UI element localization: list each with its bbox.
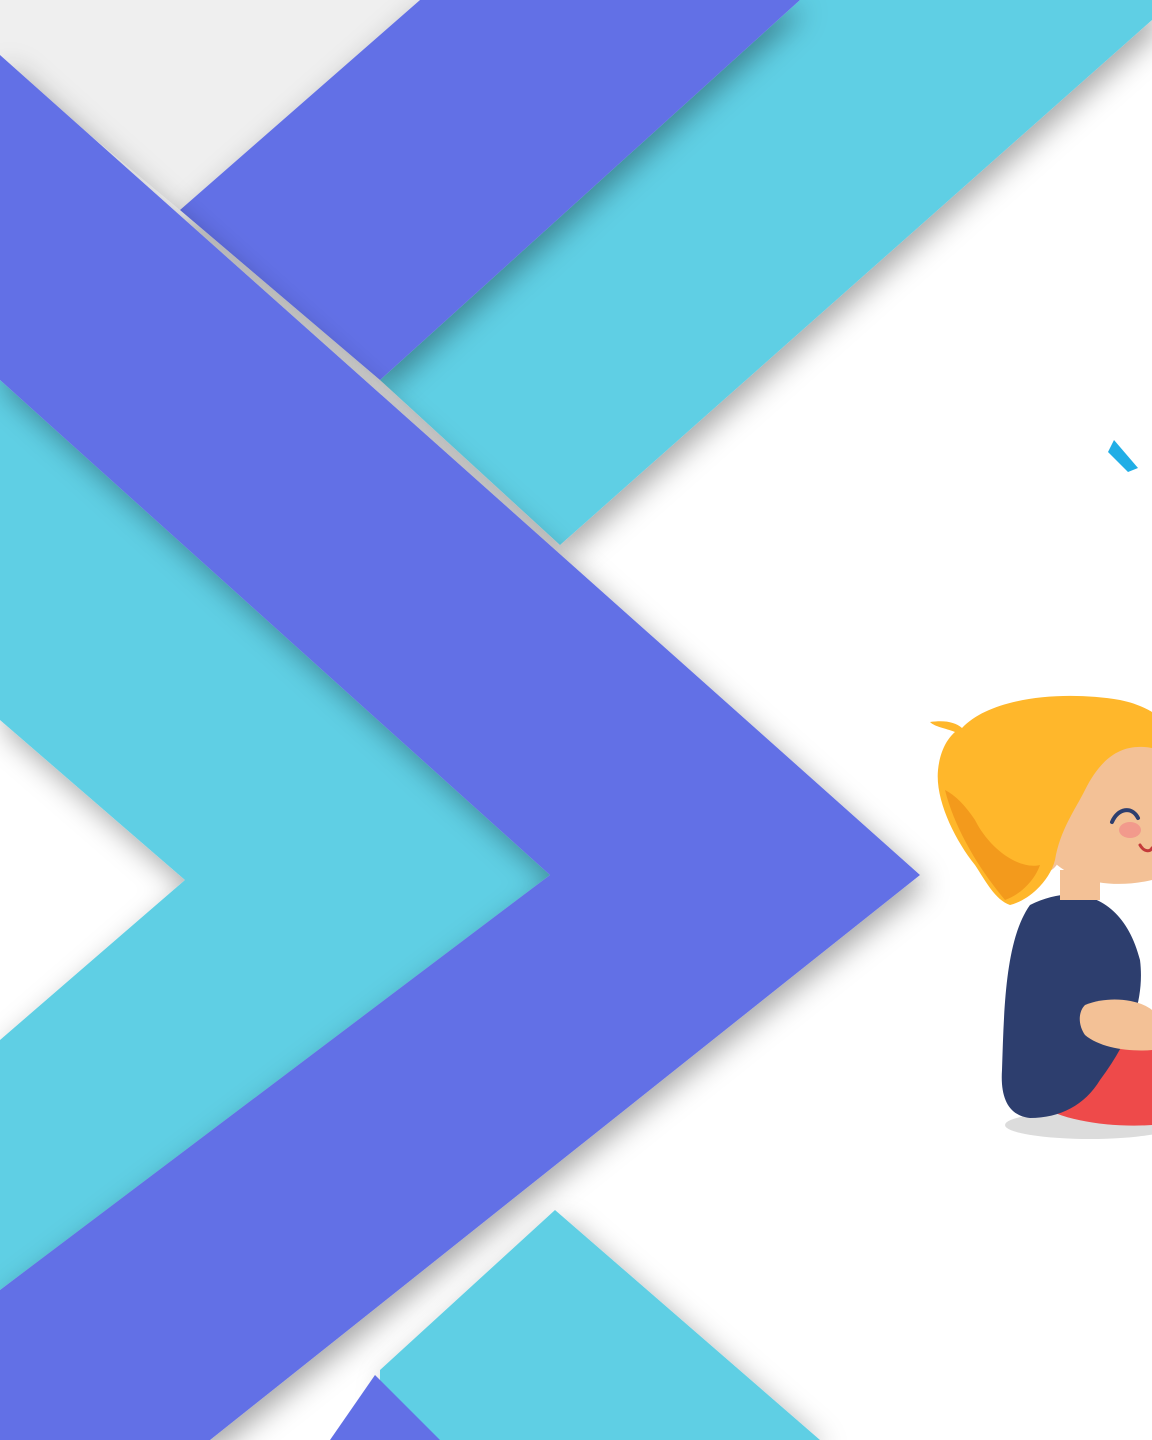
boy-cheek	[1119, 822, 1141, 838]
accent-tick-icon	[1108, 440, 1138, 472]
background-artwork	[0, 0, 1152, 1440]
boy-illustration	[930, 695, 1152, 1139]
poster-canvas	[0, 0, 1152, 1440]
